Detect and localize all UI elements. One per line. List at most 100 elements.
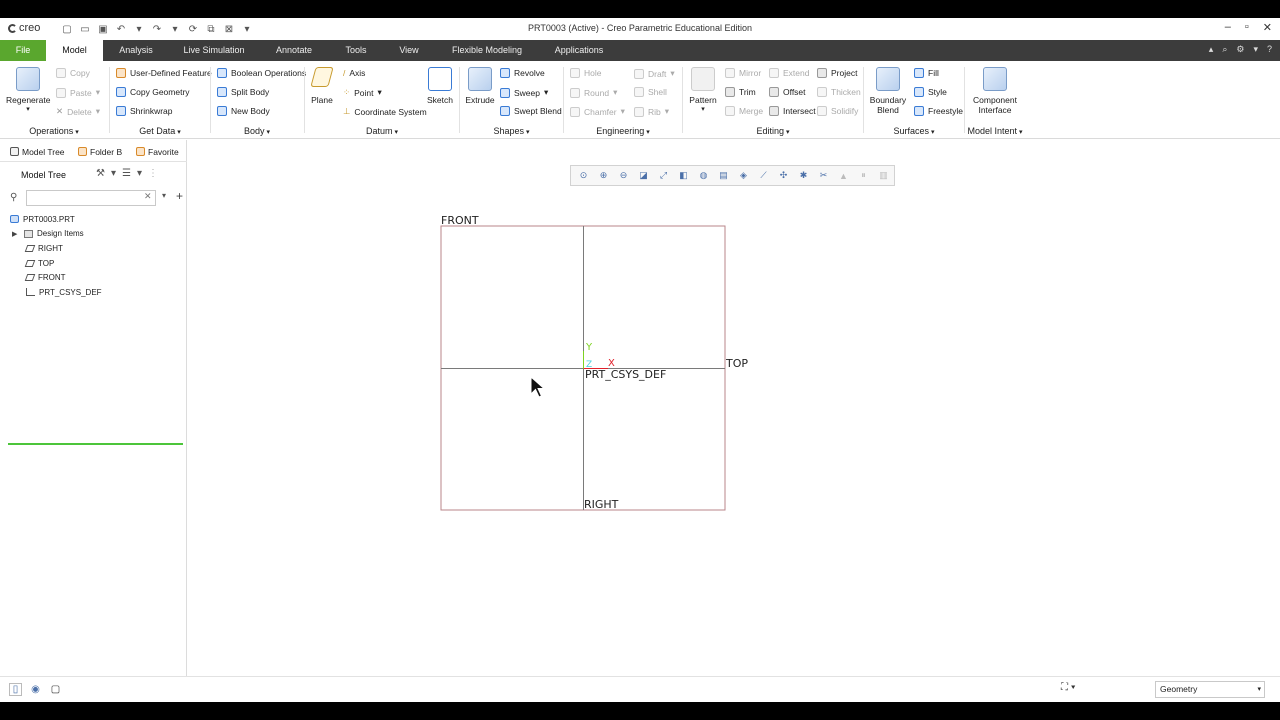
clear-search-icon[interactable]: ✕ xyxy=(144,191,152,202)
close-icon[interactable]: ✕ xyxy=(1263,21,1272,34)
tree-search-input[interactable] xyxy=(26,190,156,206)
close-window-icon[interactable]: ⊠ xyxy=(222,22,236,36)
annotation-display-icon[interactable]: ✣ xyxy=(777,169,790,182)
tab-tools[interactable]: Tools xyxy=(336,40,376,61)
revolve-button[interactable]: Revolve xyxy=(500,68,545,78)
tab-flexible-modeling[interactable]: Flexible Modeling xyxy=(446,40,528,61)
hole-button[interactable]: Hole xyxy=(570,68,601,78)
regenerate-icon[interactable]: ⟳ xyxy=(186,22,200,36)
tab-applications[interactable]: Applications xyxy=(548,40,610,61)
tree-item-csys[interactable]: PRT_CSYS_DEF xyxy=(0,285,187,300)
save-icon[interactable]: ▣ xyxy=(96,22,110,36)
top-plane-label[interactable]: TOP xyxy=(725,357,748,370)
tab-analysis[interactable]: Analysis xyxy=(110,40,162,61)
group-label-datum[interactable]: Datum ▾ xyxy=(305,126,459,136)
add-column-icon[interactable]: + xyxy=(176,189,183,203)
display-style-icon[interactable]: ◍ xyxy=(697,169,710,182)
user-defined-feature-button[interactable]: User-Defined Feature xyxy=(116,68,212,78)
tab-live-simulation[interactable]: Live Simulation xyxy=(176,40,252,61)
thicken-button[interactable]: Thicken xyxy=(817,87,861,97)
insert-here-indicator[interactable] xyxy=(8,443,183,445)
paste-button[interactable]: Paste ▾ xyxy=(56,87,100,98)
tab-file[interactable]: File xyxy=(0,40,46,61)
tree-item-design-items[interactable]: ▶ Design Items xyxy=(0,227,187,242)
selection-tools-icon[interactable]: ⛶ ▾ xyxy=(1061,682,1076,693)
tab-model[interactable]: Model xyxy=(46,40,103,61)
style-button[interactable]: Style xyxy=(914,87,947,97)
expand-icon[interactable]: ▶ xyxy=(12,230,20,238)
filter-icon[interactable]: ⚲ xyxy=(10,192,17,203)
tree-item-front[interactable]: FRONT xyxy=(0,270,187,285)
open-file-icon[interactable]: ▭ xyxy=(78,22,92,36)
appearance-icon[interactable]: ▥ xyxy=(877,169,890,182)
tab-favorites[interactable]: Favorite xyxy=(136,144,179,159)
shell-button[interactable]: Shell xyxy=(634,87,667,97)
model-viewport[interactable]: FRONT TOP RIGHT PRT_CSYS_DEF X Y Z xyxy=(188,140,1280,676)
perspective-icon[interactable]: ◈ xyxy=(737,169,750,182)
solidify-button[interactable]: Solidify xyxy=(817,106,858,116)
component-interface-button[interactable]: Component Interface xyxy=(967,67,1023,115)
tab-view[interactable]: View xyxy=(390,40,428,61)
extend-button[interactable]: Extend xyxy=(769,68,809,78)
customize-qat-icon[interactable]: ▾ xyxy=(240,22,254,36)
undo-dropdown-icon[interactable]: ▾ xyxy=(132,22,146,36)
selection-filter-select[interactable]: Geometry ▾ xyxy=(1155,681,1265,698)
repaint-icon[interactable]: ◪ xyxy=(637,169,650,182)
group-label-surfaces[interactable]: Surfaces ▾ xyxy=(864,126,964,136)
round-button[interactable]: Round ▾ xyxy=(570,87,617,98)
point-button[interactable]: ⁘ Point ▾ xyxy=(343,87,382,98)
csys-label[interactable]: PRT_CSYS_DEF xyxy=(585,368,666,381)
show-icon[interactable]: ☰ xyxy=(122,168,131,179)
show-dropdown-icon[interactable]: ▾ xyxy=(137,168,142,179)
navigator-toggle-icon[interactable]: ▯ xyxy=(9,683,22,696)
chamfer-button[interactable]: Chamfer ▾ xyxy=(570,106,625,117)
help-icon[interactable]: ? xyxy=(1267,44,1272,55)
search-icon[interactable]: ⌕ xyxy=(1222,44,1227,55)
group-label-operations[interactable]: Operations ▾ xyxy=(0,126,108,136)
tab-annotate[interactable]: Annotate xyxy=(268,40,320,61)
draft-button[interactable]: Draft ▾ xyxy=(634,68,675,79)
delete-button[interactable]: ✕ Delete ▾ xyxy=(56,106,100,117)
section-icon[interactable]: ✂ xyxy=(817,169,830,182)
boundary-blend-button[interactable]: Boundary Blend xyxy=(868,67,908,115)
graphics-area[interactable]: FRONT TOP RIGHT PRT_CSYS_DEF X Y Z ⊙ ⊕ ⊖… xyxy=(188,140,1280,676)
zoom-out-icon[interactable]: ⊖ xyxy=(617,169,630,182)
spin-center-icon[interactable]: ✱ xyxy=(797,169,810,182)
intersect-button[interactable]: Intersect xyxy=(769,106,816,116)
merge-button[interactable]: Merge xyxy=(725,106,763,116)
group-label-engineering[interactable]: Engineering ▾ xyxy=(564,126,682,136)
minimize-icon[interactable]: – xyxy=(1225,21,1231,34)
extrude-button[interactable]: Extrude xyxy=(462,67,498,105)
refit-icon[interactable]: ⊙ xyxy=(577,169,590,182)
saved-orientations-icon[interactable]: ◧ xyxy=(677,169,690,182)
fill-button[interactable]: Fill xyxy=(914,68,939,78)
new-file-icon[interactable]: ▢ xyxy=(60,22,74,36)
pattern-button[interactable]: Pattern ▾ xyxy=(686,67,720,113)
new-body-button[interactable]: New Body xyxy=(217,106,270,116)
coordinate-system-button[interactable]: ⊥ Coordinate System xyxy=(343,106,427,117)
swept-blend-button[interactable]: Swept Blend xyxy=(500,106,562,116)
view-manager-icon[interactable]: ▤ xyxy=(717,169,730,182)
mirror-button[interactable]: Mirror xyxy=(725,68,761,78)
plane-button[interactable]: Plane xyxy=(307,67,337,105)
freestyle-button[interactable]: Freestyle xyxy=(914,106,963,116)
group-label-editing[interactable]: Editing ▾ xyxy=(683,126,863,136)
right-plane-label[interactable]: RIGHT xyxy=(584,498,619,511)
boolean-operations-button[interactable]: Boolean Operations xyxy=(217,68,306,78)
group-label-body[interactable]: Body ▾ xyxy=(211,126,303,136)
tree-settings-dropdown-icon[interactable]: ▾ xyxy=(111,168,116,179)
view-normal-icon[interactable]: ⤢ xyxy=(657,169,670,182)
tab-model-tree[interactable]: Model Tree xyxy=(10,144,65,159)
shrinkwrap-button[interactable]: Shrinkwrap xyxy=(116,106,173,116)
windows-icon[interactable]: ⧉ xyxy=(204,22,218,36)
split-body-button[interactable]: Split Body xyxy=(217,87,269,97)
tree-settings-icon[interactable]: ⚒ xyxy=(96,168,105,179)
redo-dropdown-icon[interactable]: ▾ xyxy=(168,22,182,36)
group-label-shapes[interactable]: Shapes ▾ xyxy=(460,126,563,136)
collapse-ribbon-icon[interactable]: ▴ xyxy=(1209,44,1214,55)
maximize-icon[interactable]: ▫ xyxy=(1245,21,1249,34)
front-plane-label[interactable]: FRONT xyxy=(441,214,479,227)
tree-item-right[interactable]: RIGHT xyxy=(0,241,187,256)
tree-filter-icon[interactable]: ⋮ xyxy=(148,168,158,179)
undo-icon[interactable]: ↶ xyxy=(114,22,128,36)
